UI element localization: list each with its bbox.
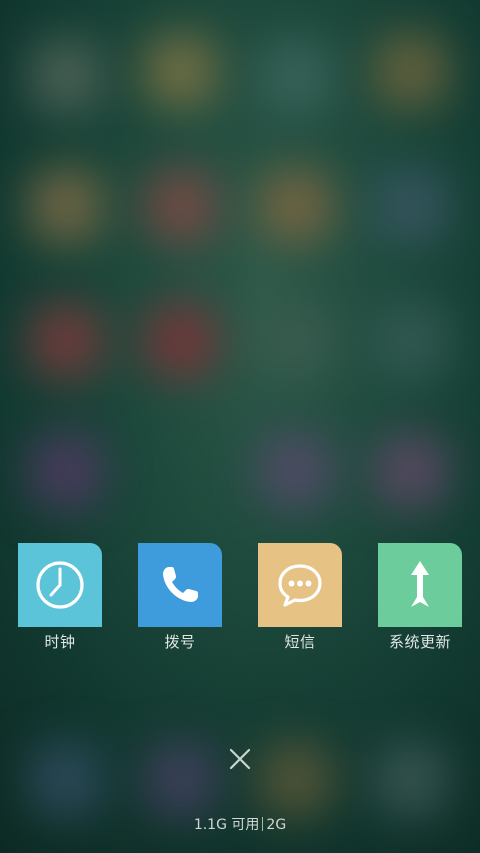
recent-app-system-update[interactable]: 系统更新 bbox=[370, 543, 470, 651]
recent-app-dialer[interactable]: 拨号 bbox=[130, 543, 230, 651]
app-label: 短信 bbox=[284, 633, 316, 651]
memory-available: 1.1G 可用 bbox=[193, 817, 260, 833]
clock-icon bbox=[36, 561, 84, 609]
app-card[interactable] bbox=[258, 543, 342, 627]
app-label: 拨号 bbox=[164, 633, 196, 651]
phone-icon bbox=[163, 567, 198, 602]
recent-apps-screen: 时钟 拨号 短信 系统更新 1.1G 可用 2G bbox=[0, 0, 480, 853]
app-label: 系统更新 bbox=[388, 633, 451, 651]
close-icon bbox=[229, 748, 251, 770]
recent-app-clock[interactable]: 时钟 bbox=[10, 543, 110, 651]
app-card[interactable] bbox=[18, 543, 102, 627]
app-card[interactable] bbox=[138, 543, 222, 627]
app-card[interactable] bbox=[378, 543, 462, 627]
app-label: 时钟 bbox=[44, 633, 76, 651]
memory-total: 2G bbox=[266, 817, 287, 833]
clear-all-button[interactable] bbox=[226, 745, 254, 773]
update-arrow-icon bbox=[411, 561, 429, 607]
recent-app-messages[interactable]: 短信 bbox=[250, 543, 350, 651]
memory-divider bbox=[262, 817, 264, 831]
memory-status: 1.1G 可用 2G bbox=[0, 816, 480, 834]
message-bubble-icon bbox=[278, 564, 322, 607]
recent-apps-row: 时钟 拨号 短信 系统更新 bbox=[0, 543, 480, 663]
